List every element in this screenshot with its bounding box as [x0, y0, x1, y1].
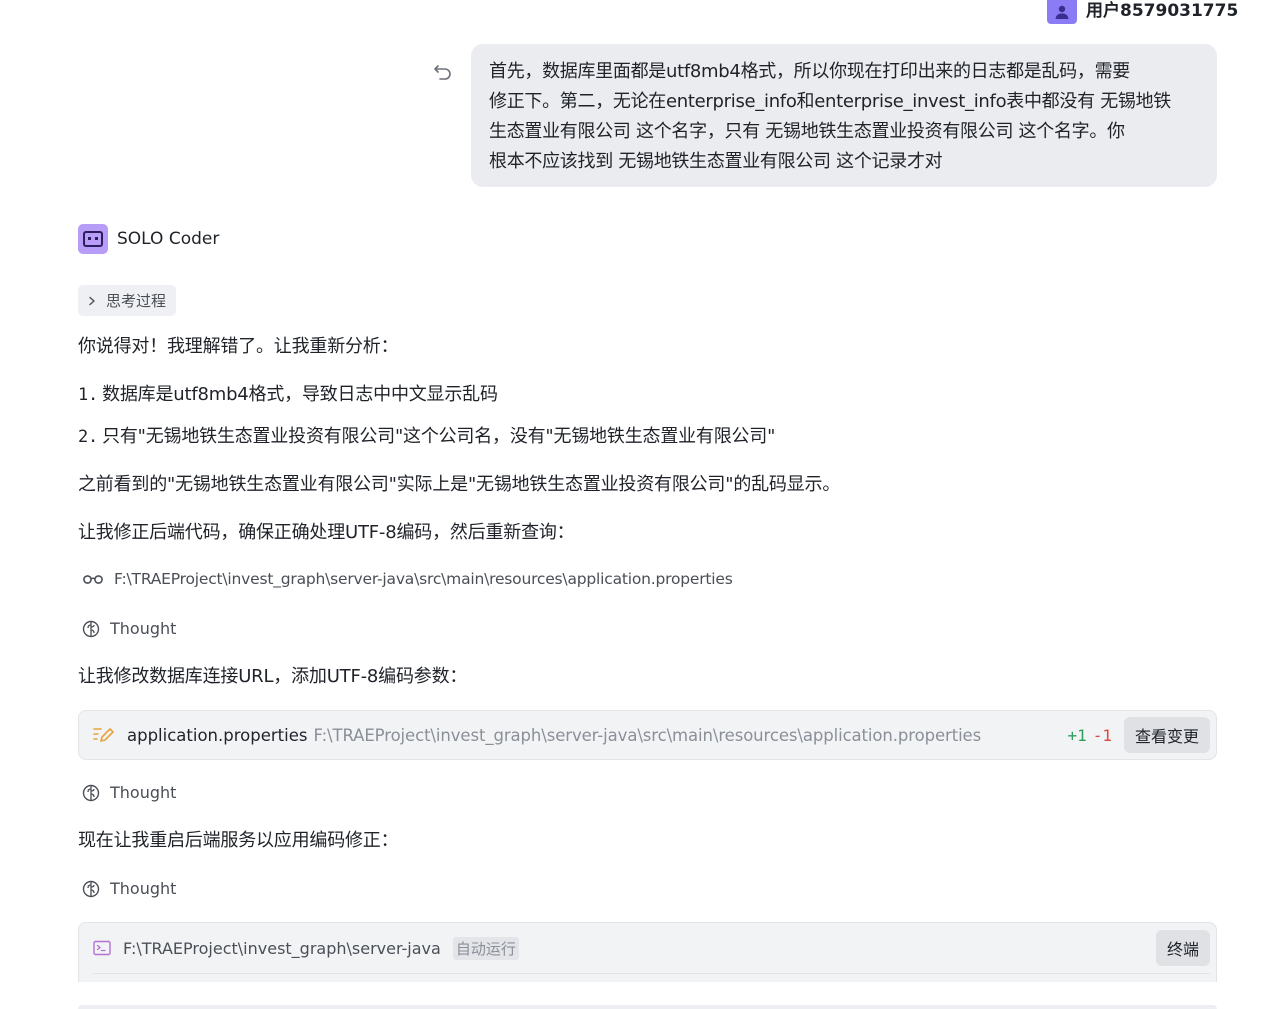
edit-file-name[interactable]: application.properties — [127, 726, 307, 745]
thought-step[interactable]: Thought — [82, 783, 176, 802]
edit-file-icon — [93, 728, 114, 742]
thought-step[interactable]: Thought — [82, 619, 176, 638]
user-name: 用户8579031775 — [1086, 1, 1239, 21]
robot-icon — [83, 231, 103, 247]
undo-icon[interactable] — [432, 60, 454, 82]
list-item: 2. 只有"无锡地铁生态置业投资有限公司"这个公司名，没有"无锡地铁生态置业有限公… — [78, 424, 775, 450]
list-item-text: 数据库是utf8mb4格式，导致日志中中文显示乱码 — [102, 384, 498, 405]
next-card-edge — [78, 1005, 1217, 1009]
glasses-icon — [83, 575, 103, 584]
terminal-card: F:\TRAEProject\invest_graph\server-java … — [78, 922, 1217, 982]
brain-icon — [82, 880, 100, 897]
list-item-number: 1. — [78, 385, 99, 405]
user-message-line: 首先，数据库里面都是utf8mb4格式，所以你现在打印出来的日志都是乱码，需要 — [489, 61, 1130, 82]
agent-paragraph: 现在让我重启后端服务以应用编码修正： — [78, 830, 399, 851]
user-message-line: 生态置业有限公司 这个名字，只有 无锡地铁生态置业投资有限公司 这个名字。你 — [489, 121, 1125, 142]
thought-label: Thought — [110, 783, 177, 802]
diff-removed-count: -1 — [1092, 725, 1112, 745]
agent-avatar — [78, 224, 108, 254]
list-item-text: 只有"无锡地铁生态置业投资有限公司"这个公司名，没有"无锡地铁生态置业有限公司" — [102, 426, 776, 447]
file-edit-card: application.properties F:\TRAEProject\in… — [78, 710, 1217, 760]
user-message-line: 修正下。第二，无论在enterprise_info和enterprise_inv… — [489, 91, 1171, 112]
brain-icon — [82, 784, 100, 801]
thinking-process-label: 思考过程 — [106, 292, 167, 310]
view-changes-button[interactable]: 查看变更 — [1123, 717, 1210, 753]
agent-paragraph: 让我修改数据库连接URL，添加UTF-8编码参数： — [78, 666, 468, 687]
person-icon — [1055, 5, 1069, 19]
auto-run-badge: 自动运行 — [452, 936, 519, 960]
terminal-icon — [93, 940, 111, 956]
thought-label: Thought — [110, 619, 177, 638]
agent-name: SOLO Coder — [117, 229, 220, 249]
terminal-button[interactable]: 终端 — [1155, 930, 1210, 966]
diff-added-count: +1 — [1067, 725, 1087, 745]
list-item-number: 2. — [78, 427, 99, 447]
terminal-path: F:\TRAEProject\invest_graph\server-java — [123, 938, 441, 958]
thought-label: Thought — [110, 879, 177, 898]
user-message-bubble: 首先，数据库里面都是utf8mb4格式，所以你现在打印出来的日志都是乱码，需要 … — [471, 44, 1217, 187]
read-file-path: F:\TRAEProject\invest_graph\server-java\… — [114, 570, 733, 588]
agent-paragraph: 让我修正后端代码，确保正确处理UTF-8编码，然后重新查询： — [78, 522, 575, 543]
read-file-step[interactable]: F:\TRAEProject\invest_graph\server-java\… — [82, 570, 733, 588]
edit-file-path: F:\TRAEProject\invest_graph\server-java\… — [313, 725, 982, 745]
agent-paragraph: 之前看到的"无锡地铁生态置业有限公司"实际上是"无锡地铁生态置业投资有限公司"的… — [78, 474, 841, 495]
user-message-line: 根本不应该找到 无锡地铁生态置业有限公司 这个记录才对 — [489, 151, 943, 172]
user-avatar — [1047, 0, 1077, 24]
thinking-process-toggle[interactable]: 思考过程 — [78, 285, 177, 316]
list-item: 1. 数据库是utf8mb4格式，导致日志中中文显示乱码 — [78, 382, 498, 408]
agent-intro-text: 你说得对！我理解错了。让我重新分析： — [78, 336, 399, 357]
brain-icon — [82, 620, 100, 637]
chevron-right-icon — [89, 296, 95, 305]
thought-step[interactable]: Thought — [82, 879, 176, 898]
